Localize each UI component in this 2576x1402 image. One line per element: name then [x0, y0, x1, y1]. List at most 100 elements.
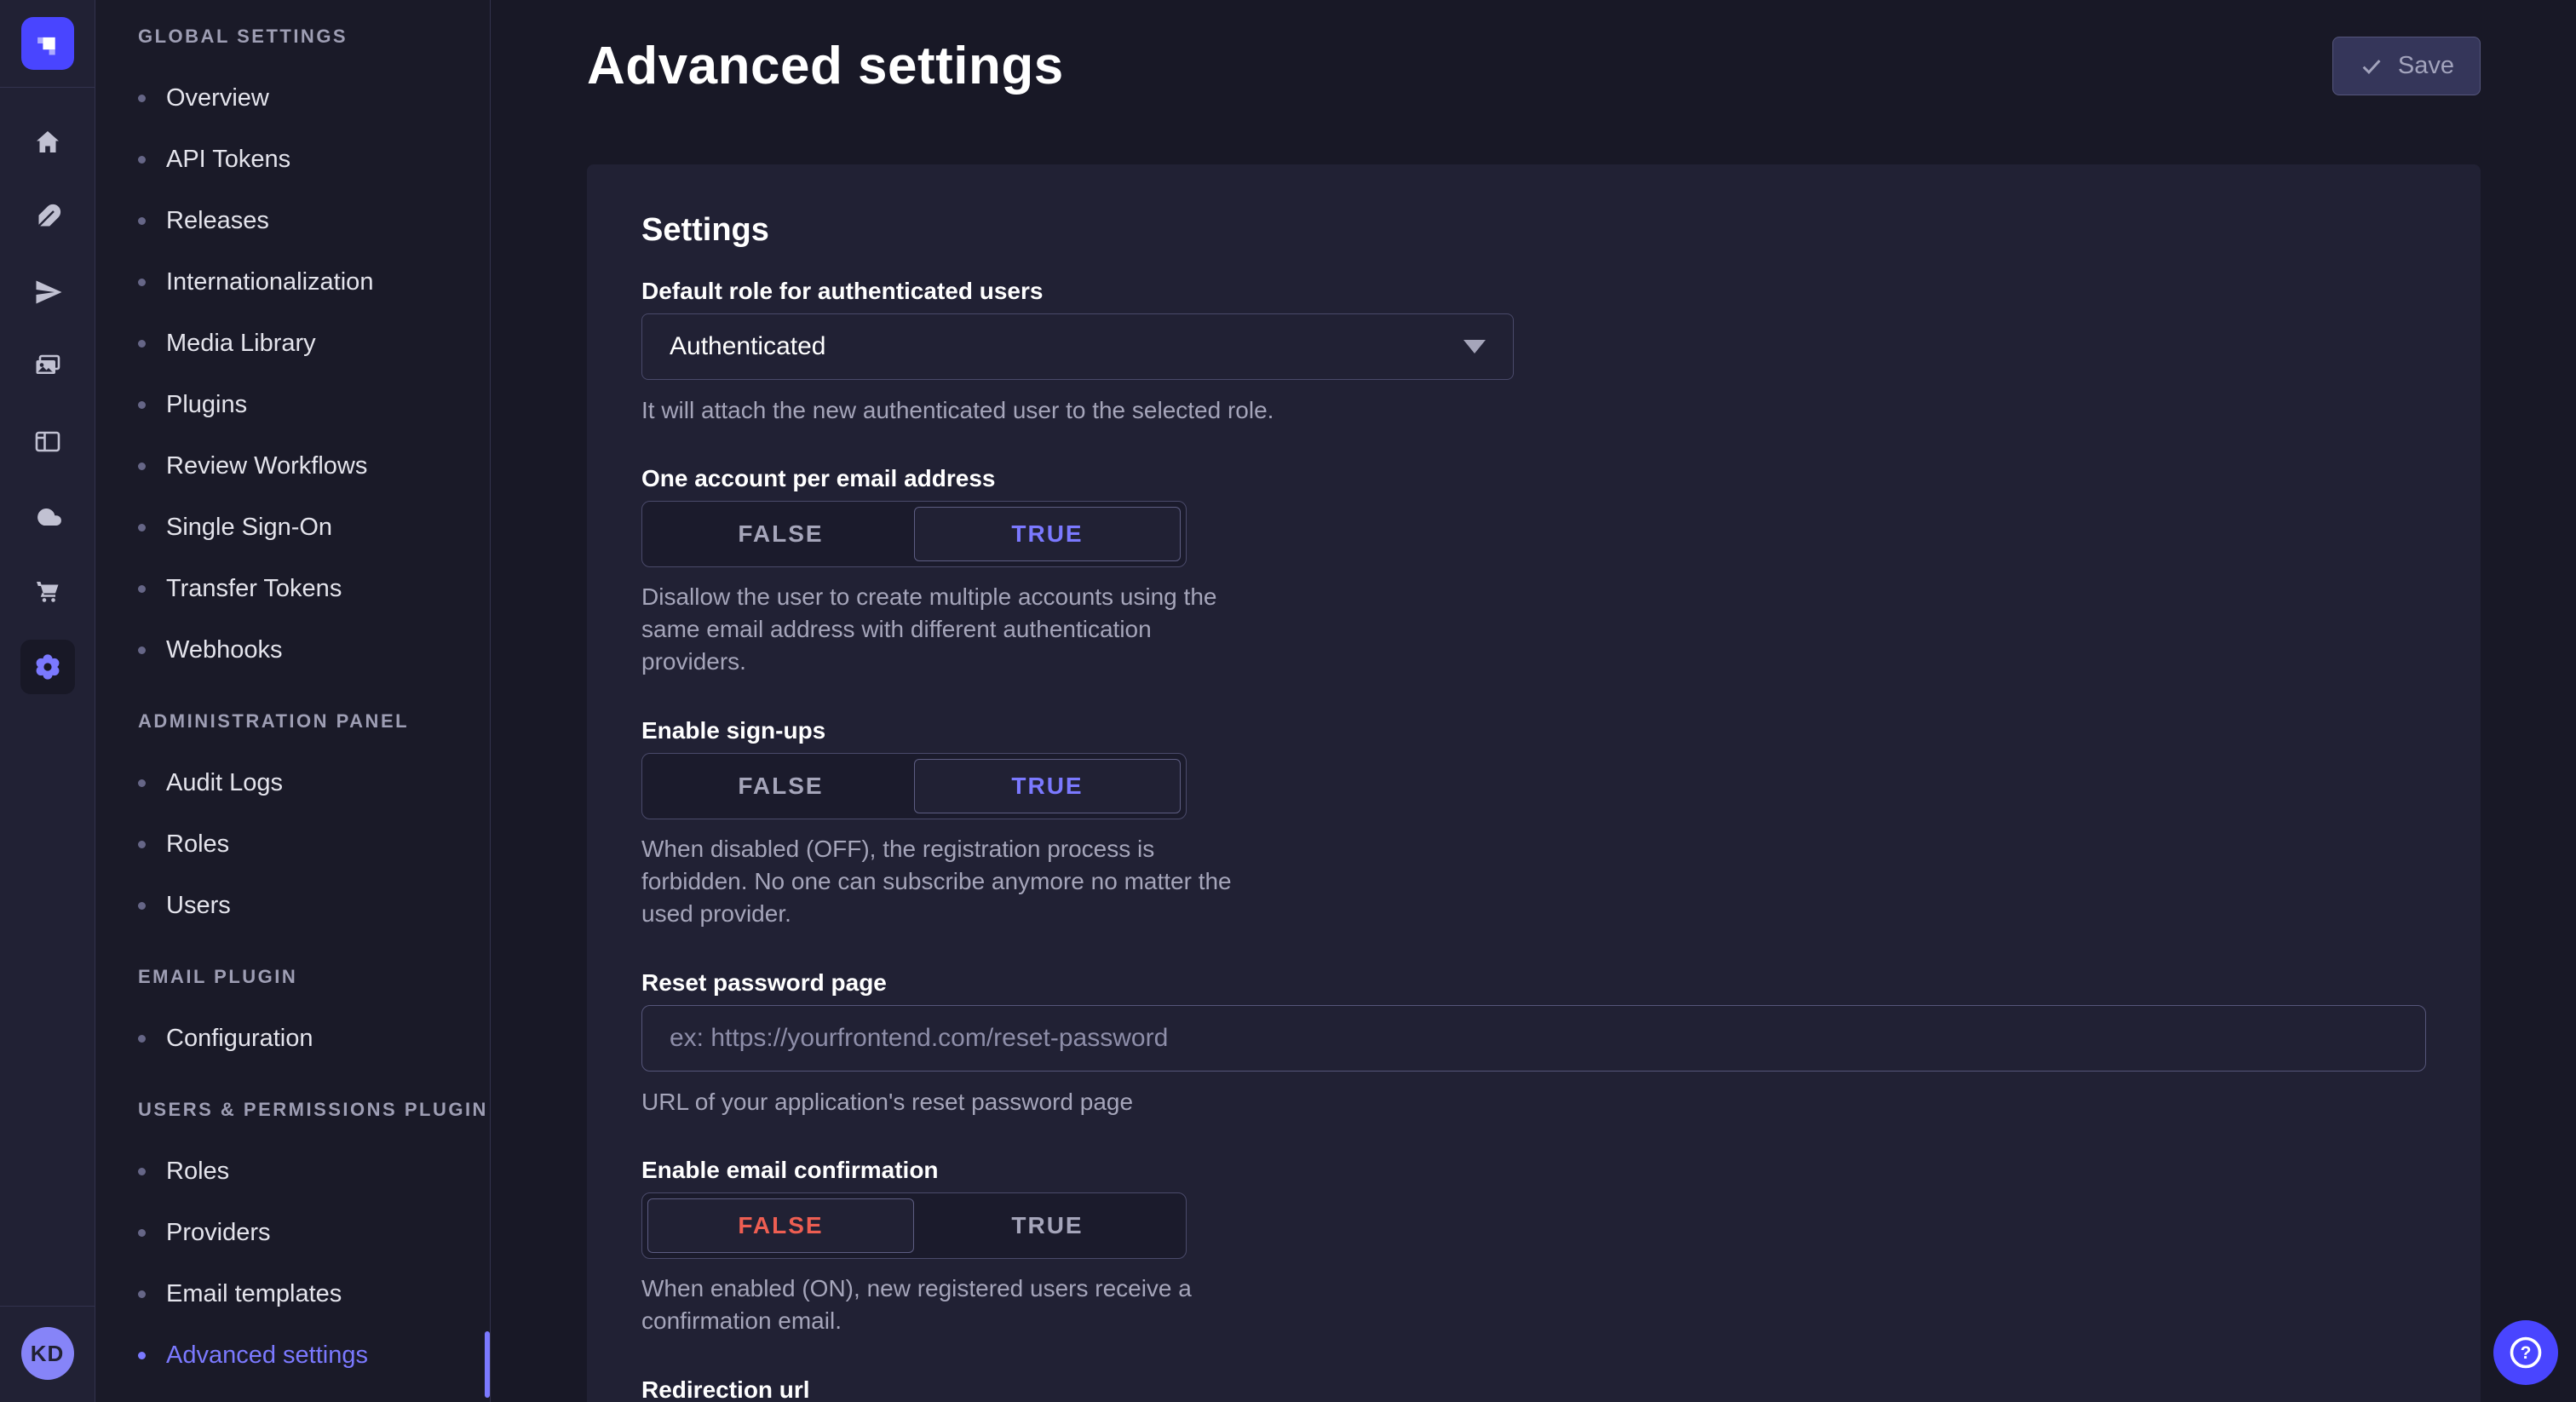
sidebar-item-transfer-tokens[interactable]: Transfer Tokens	[138, 574, 490, 603]
sidebar-item-audit-logs[interactable]: Audit Logs	[138, 768, 490, 797]
sidebar-item-label: Internationalization	[166, 267, 373, 296]
reset-password-hint: URL of your application's reset password…	[641, 1087, 2426, 1118]
sidebar-item-plugins[interactable]: Plugins	[138, 390, 490, 419]
enable-signups-false-option[interactable]: FALSE	[647, 759, 914, 813]
gear-icon[interactable]	[20, 640, 75, 694]
email-confirmation-hint: When enabled (ON), new registered users …	[641, 1273, 1238, 1337]
field-reset-password: Reset password page URL of your applicat…	[641, 969, 2426, 1118]
bullet-icon	[138, 1290, 146, 1298]
sidebar-item-label: Providers	[166, 1218, 271, 1247]
sidebar-item-label: Overview	[166, 83, 269, 112]
sidebar-item-admin-roles[interactable]: Roles	[138, 830, 490, 859]
section-title: GLOBAL SETTINGS	[138, 26, 490, 48]
section-title: USERS & PERMISSIONS PLUGIN	[138, 1099, 490, 1121]
sidebar-item-label: Roles	[166, 1157, 229, 1186]
save-button-label: Save	[2398, 52, 2454, 80]
enable-signups-toggle: FALSE TRUE	[641, 753, 1187, 819]
settings-card: Settings Default role for authenticated …	[587, 164, 2481, 1402]
sidebar-item-advanced-settings[interactable]: Advanced settings	[138, 1341, 490, 1370]
bullet-icon	[138, 1229, 146, 1237]
email-confirmation-false-option[interactable]: FALSE	[647, 1198, 914, 1253]
field-email-confirmation: Enable email confirmation FALSE TRUE Whe…	[641, 1157, 2426, 1337]
enable-signups-hint: When disabled (OFF), the registration pr…	[641, 833, 1238, 930]
sidebar-item-email-templates[interactable]: Email templates	[138, 1279, 490, 1308]
sidebar-item-overview[interactable]: Overview	[138, 83, 490, 112]
bullet-icon	[138, 779, 146, 787]
bullet-icon	[138, 401, 146, 409]
one-account-true-option[interactable]: TRUE	[914, 507, 1181, 561]
sidebar-item-label: Transfer Tokens	[166, 574, 342, 603]
sidebar-item-label: Webhooks	[166, 635, 283, 664]
redirection-url-label: Redirection url	[641, 1376, 2426, 1402]
subnav-section-email-plugin: EMAIL PLUGIN Configuration	[138, 966, 490, 1053]
sidebar-item-label: Users	[166, 891, 231, 920]
rail-divider	[0, 87, 95, 88]
sidebar-item-media-library[interactable]: Media Library	[138, 329, 490, 358]
default-role-value: Authenticated	[670, 332, 1463, 361]
sidebar-item-providers[interactable]: Providers	[138, 1218, 490, 1247]
sidebar-item-label: Configuration	[166, 1024, 313, 1053]
one-account-hint: Disallow the user to create multiple acc…	[641, 581, 1238, 678]
bullet-icon	[138, 902, 146, 910]
strapi-logo-glyph	[32, 27, 64, 60]
bullet-icon	[138, 1168, 146, 1175]
sidebar-item-configuration[interactable]: Configuration	[138, 1024, 490, 1053]
bullet-icon	[138, 841, 146, 848]
sidebar-item-internationalization[interactable]: Internationalization	[138, 267, 490, 296]
field-redirection-url: Redirection url	[641, 1376, 2426, 1402]
check-icon	[2359, 54, 2384, 79]
default-role-hint: It will attach the new authenticated use…	[641, 395, 2426, 426]
bullet-icon	[138, 95, 146, 102]
section-title: EMAIL PLUGIN	[138, 966, 490, 988]
paper-plane-icon[interactable]	[20, 265, 75, 319]
sidebar-item-review-workflows[interactable]: Review Workflows	[138, 451, 490, 480]
sidebar-item-label: Advanced settings	[166, 1341, 368, 1370]
sidebar-item-single-sign-on[interactable]: Single Sign-On	[138, 513, 490, 542]
bullet-icon	[138, 524, 146, 531]
home-icon[interactable]	[20, 115, 75, 170]
email-confirmation-true-option[interactable]: TRUE	[914, 1198, 1181, 1253]
help-button[interactable]: ?	[2493, 1320, 2558, 1385]
sidebar-item-label: Plugins	[166, 390, 247, 419]
chevron-down-icon	[1463, 340, 1486, 353]
sidebar-item-label: Releases	[166, 206, 269, 235]
one-account-false-option[interactable]: FALSE	[647, 507, 914, 561]
avatar[interactable]: KD	[21, 1327, 74, 1380]
layout-icon[interactable]	[20, 415, 75, 469]
active-item-indicator	[485, 1331, 490, 1398]
settings-heading: Settings	[641, 212, 2426, 249]
field-enable-signups: Enable sign-ups FALSE TRUE When disabled…	[641, 717, 2426, 930]
enable-signups-label: Enable sign-ups	[641, 717, 2426, 744]
email-confirmation-toggle: FALSE TRUE	[641, 1192, 1187, 1259]
default-role-label: Default role for authenticated users	[641, 278, 2426, 305]
bullet-icon	[138, 156, 146, 164]
cloud-icon[interactable]	[20, 490, 75, 544]
default-role-select[interactable]: Authenticated	[641, 313, 1514, 380]
cart-icon[interactable]	[20, 565, 75, 619]
bullet-icon	[138, 217, 146, 225]
media-library-icon[interactable]	[20, 340, 75, 394]
sidebar-item-webhooks[interactable]: Webhooks	[138, 635, 490, 664]
bullet-icon	[138, 1035, 146, 1043]
bullet-icon	[138, 585, 146, 593]
question-mark-icon: ?	[2506, 1333, 2545, 1372]
subnav-section-administration-panel: ADMINISTRATION PANEL Audit Logs Roles Us…	[138, 710, 490, 920]
reset-password-input[interactable]	[641, 1005, 2426, 1072]
feather-icon[interactable]	[20, 190, 75, 244]
svg-text:?: ?	[2521, 1343, 2532, 1363]
one-account-label: One account per email address	[641, 465, 2426, 492]
strapi-logo-icon[interactable]	[21, 17, 74, 70]
sidebar-item-label: Media Library	[166, 329, 316, 358]
sidebar-item-api-tokens[interactable]: API Tokens	[138, 145, 490, 174]
sidebar-item-up-roles[interactable]: Roles	[138, 1157, 490, 1186]
rail-nav	[20, 115, 75, 715]
reset-password-label: Reset password page	[641, 969, 2426, 997]
sidebar-item-label: Email templates	[166, 1279, 342, 1308]
main-nav-rail: KD	[0, 0, 95, 1402]
enable-signups-true-option[interactable]: TRUE	[914, 759, 1181, 813]
subnav-section-global-settings: GLOBAL SETTINGS Overview API Tokens Rele…	[138, 26, 490, 664]
sidebar-item-releases[interactable]: Releases	[138, 206, 490, 235]
sidebar-item-label: Audit Logs	[166, 768, 283, 797]
save-button[interactable]: Save	[2332, 37, 2481, 95]
sidebar-item-admin-users[interactable]: Users	[138, 891, 490, 920]
